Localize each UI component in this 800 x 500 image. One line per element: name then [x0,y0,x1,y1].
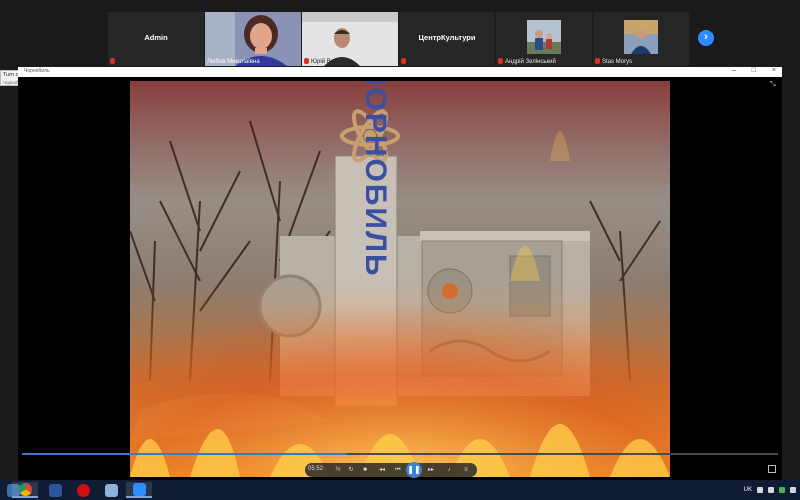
mic-muted-icon [304,58,309,64]
play-pause-icon[interactable]: ❚❚ [406,462,422,478]
notification-icon[interactable] [790,487,796,493]
minimize-icon[interactable]: – [732,67,736,74]
language-indicator[interactable]: UK [744,487,752,493]
window-title: Чорнобиль [24,68,50,74]
participant-name: ЦентрКультури [418,33,476,42]
playback-controls: 05:52 ½ ↻ ■ ◂◂ ⏮ ❚❚ ▸▸ ♪ ≡ [305,462,477,478]
current-time: 05:52 [308,466,324,472]
mic-muted-icon [498,58,503,64]
participant-video [205,12,301,66]
network-icon[interactable] [757,487,763,493]
participant-caption: Юрій Волошин [304,58,352,65]
mic-muted-icon [110,58,115,64]
opera-icon [76,483,90,497]
media-player-window: Чорнобиль – □ × ⤡ ЧОРНОБИЛЬ 05:52 ½ ↻ ■ … [18,67,782,480]
menu-icon[interactable]: ≡ [461,465,471,475]
participant-tile-lyubov[interactable]: Любов Миколаївна [205,12,301,66]
maximize-icon[interactable]: □ [752,67,756,74]
zoom-screen-share: Admin Любов Миколаївна Юрій Волошин Цент… [0,0,800,500]
taskbar: UK [0,480,800,500]
mic-muted-icon [401,58,406,64]
rewind-icon[interactable]: ◂◂ [377,465,387,475]
participant-caption: Любов Миколаївна [207,59,260,65]
participant-tile-stas[interactable]: Stas Morys [593,12,689,66]
chevron-right-icon: › [704,31,708,43]
playback-speed-icon[interactable]: ½ [333,465,343,475]
avatar [527,20,561,54]
fast-forward-icon[interactable]: ▸▸ [426,465,436,475]
fullscreen-icon[interactable] [768,465,776,473]
volume-icon[interactable]: ♪ [444,465,454,475]
participant-name: Stas Morys [602,59,633,65]
video-image: ЧОРНОБИЛЬ [130,81,670,477]
taskbar-app-chrome[interactable] [12,482,38,498]
taskbar-app-word[interactable] [42,482,68,498]
participant-tile-andriy[interactable]: Андрій Зелінський [496,12,592,66]
word-icon [48,483,62,497]
shield-icon[interactable] [779,487,785,493]
close-icon[interactable]: × [772,67,776,74]
system-tray: UK [744,480,796,500]
volume-tray-icon[interactable] [768,487,774,493]
next-page-button[interactable]: › [698,30,714,46]
seek-progress [22,453,348,455]
participant-name: Любов Миколаївна [207,59,260,65]
participant-name: Андрій Зелінський [505,59,556,65]
taskbar-app-explorer[interactable] [98,482,124,498]
participant-tile-admin[interactable]: Admin [108,12,204,66]
participant-caption [110,58,117,65]
avatar [624,20,658,54]
zoom-icon [132,482,146,496]
previous-icon[interactable]: ⏮ [393,465,403,475]
taskbar-app-opera[interactable] [70,482,96,498]
folder-icon [104,483,118,497]
participant-caption [401,58,408,65]
video-frame[interactable]: ЧОРНОБИЛЬ [130,81,670,477]
seek-bar[interactable] [22,453,778,455]
player-title-bar: Чорнобиль – □ × [18,67,782,77]
mic-muted-icon [595,58,600,64]
taskbar-app-zoom[interactable] [126,482,152,498]
sign-text: ЧОРНОБИЛЬ [359,81,392,278]
expand-icon[interactable]: ⤡ [770,81,778,89]
chrome-icon [18,482,32,496]
stop-icon[interactable]: ■ [360,465,370,475]
participant-caption: Андрій Зелінський [498,58,556,65]
participant-name: Admin [144,33,168,42]
participant-strip: Admin Любов Миколаївна Юрій Волошин Цент… [0,0,800,68]
participant-tile-centre[interactable]: ЦентрКультури [399,12,495,66]
participant-caption: Stas Morys [595,58,632,65]
participant-name: Юрій Волошин [311,59,353,65]
participant-tile-yuriy[interactable]: Юрій Волошин [302,12,398,66]
replay-icon[interactable]: ↻ [346,465,356,475]
